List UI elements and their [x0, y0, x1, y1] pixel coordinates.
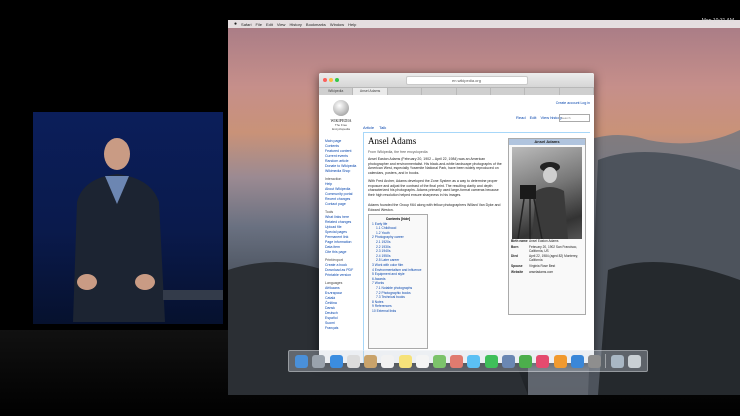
menu-window[interactable]: Window	[330, 22, 344, 27]
article-paragraph-1: Ansel Easton Adams (February 20, 1902 – …	[368, 157, 502, 175]
toc-item[interactable]: 10 External links	[372, 309, 424, 314]
dock	[288, 350, 648, 372]
downloads-icon[interactable]	[610, 354, 624, 368]
infobox-row: Website anseladams.com	[509, 270, 585, 276]
menubar: ● Safari File Edit View History Bookmark…	[228, 20, 740, 28]
keynote-stage: ● Safari File Edit View History Bookmark…	[0, 0, 740, 416]
login-links[interactable]: Create account Log in	[556, 101, 590, 105]
article-source: From Wikipedia, the free encyclopedia	[368, 150, 428, 154]
infobox: Ansel Adams Birth name Ansel Easton Adams…	[508, 138, 586, 315]
action-edit[interactable]: Edit	[530, 115, 537, 120]
messages-icon[interactable]	[467, 354, 481, 368]
tab-3[interactable]	[388, 88, 423, 95]
infobox-row: Died April 22, 1984 (aged 82) Monterey, C…	[509, 254, 585, 264]
sidebar-interaction-item-4[interactable]: Contact page	[325, 202, 359, 207]
presenter-video	[33, 112, 223, 324]
tab-1[interactable]: Wikipedia	[319, 88, 354, 95]
menu-view[interactable]: View	[277, 22, 286, 27]
wikipedia-logo[interactable]: WIKIPEDIA The Free Encyclopedia	[327, 100, 355, 132]
table-of-contents: Contents [hide] 1 Early life 1.1 Childhoo…	[368, 214, 428, 349]
menu-bookmarks[interactable]: Bookmarks	[306, 22, 326, 27]
facetime-icon[interactable]	[484, 354, 498, 368]
system-preferences-icon[interactable]	[588, 354, 602, 368]
tab-2[interactable]: Ansel Adams	[353, 88, 388, 95]
top-status: Mon 10:31 AM	[702, 18, 734, 24]
mail-icon[interactable]	[346, 354, 360, 368]
photos-icon[interactable]	[450, 354, 464, 368]
window-controls	[323, 78, 339, 82]
safari-window: en.wikipedia.org Wikipedia Ansel Adams W…	[319, 73, 594, 363]
contacts-icon[interactable]	[364, 354, 378, 368]
itunes-icon[interactable]	[536, 354, 550, 368]
infobox-value: Virginia Rose Best	[529, 263, 556, 268]
tab-6[interactable]	[491, 88, 526, 95]
tab-talk[interactable]: Talk	[379, 125, 386, 130]
notes-icon[interactable]	[398, 354, 412, 368]
menu-history[interactable]: History	[289, 22, 301, 27]
address-bar[interactable]: en.wikipedia.org	[405, 75, 528, 85]
tab-7[interactable]	[525, 88, 560, 95]
preview-icon[interactable]	[501, 354, 515, 368]
close-button[interactable]	[323, 78, 327, 82]
mac-desktop: ● Safari File Edit View History Bookmark…	[228, 20, 740, 395]
maps-icon[interactable]	[432, 354, 446, 368]
calendar-icon[interactable]	[381, 354, 395, 368]
infobox-key: Died	[511, 254, 518, 259]
infobox-value: Ansel Easton Adams	[529, 239, 559, 243]
sidebar-print-item-2[interactable]: Printable version	[325, 273, 359, 278]
infobox-row: Born February 20, 1902 San Francisco, Cal…	[509, 245, 585, 255]
sidebar-tools-item-7[interactable]: Cite this page	[325, 250, 359, 255]
sidebar-language-item-8[interactable]: Français	[325, 326, 359, 331]
ansel-adams-photo[interactable]	[512, 147, 582, 239]
wikipedia-page: WIKIPEDIA The Free Encyclopedia Create a…	[319, 95, 594, 363]
tab-8[interactable]	[560, 88, 594, 95]
menu-edit[interactable]: Edit	[266, 22, 273, 27]
infobox-key: Born	[511, 244, 519, 249]
infobox-value: April 22, 1984 (aged 82) Monterey, Calif…	[529, 254, 579, 263]
numbers-icon[interactable]	[519, 354, 533, 368]
menu-file[interactable]: File	[255, 22, 261, 27]
wikipedia-tagline: The Free Encyclopedia	[332, 123, 350, 131]
article-content: Ansel Adams From Wikipedia, the free enc…	[363, 132, 590, 363]
tab-5[interactable]	[457, 88, 491, 95]
app-store-icon[interactable]	[570, 354, 584, 368]
finder-icon[interactable]	[295, 354, 309, 368]
safari-toolbar: en.wikipedia.org	[319, 73, 594, 88]
action-read[interactable]: Read	[516, 115, 526, 120]
article-paragraph-3: Adams founded the Group f/64 along with …	[368, 203, 501, 212]
reminders-icon[interactable]	[415, 354, 429, 368]
tab-4[interactable]	[422, 88, 457, 95]
clock[interactable]: Mon 10:31 AM	[702, 18, 734, 24]
sidebar-nav-item-6[interactable]: Wikimedia Shop	[325, 169, 359, 174]
infobox-key: Birth name	[511, 239, 528, 243]
article-paragraph-2: With Fred Archer, Adams developed the Zo…	[368, 179, 499, 197]
article-actions: Read Edit View history	[516, 115, 562, 120]
menu-help[interactable]: Help	[348, 22, 356, 27]
wiki-sidebar: Main page Contents Featured content Current…	[325, 139, 359, 331]
launchpad-icon[interactable]	[312, 354, 326, 368]
tab-article[interactable]: Article	[363, 125, 374, 130]
infobox-key: Spouse	[511, 263, 523, 268]
wikipedia-globe-icon	[333, 100, 349, 116]
minimize-button[interactable]	[329, 78, 333, 82]
infobox-value: anseladams.com	[529, 269, 554, 274]
infobox-key: Website	[511, 269, 524, 274]
infobox-rows: Birth name Ansel Easton Adams Born February…	[509, 239, 585, 276]
infobox-title: Ansel Adams	[509, 139, 585, 145]
dock-separator	[605, 354, 607, 368]
apple-menu-icon[interactable]: ●	[234, 21, 237, 27]
infobox-value: February 20, 1902 San Francisco, Califor…	[529, 244, 578, 253]
wiki-search-input[interactable]: Search	[559, 114, 590, 122]
safari-icon[interactable]	[329, 354, 343, 368]
article-tabs: Article Talk	[363, 125, 386, 130]
zoom-button[interactable]	[335, 78, 339, 82]
menu-safari[interactable]: Safari	[241, 22, 251, 27]
trash-icon[interactable]	[627, 354, 641, 368]
ibooks-icon[interactable]	[553, 354, 567, 368]
page-title: Ansel Adams	[368, 136, 417, 146]
